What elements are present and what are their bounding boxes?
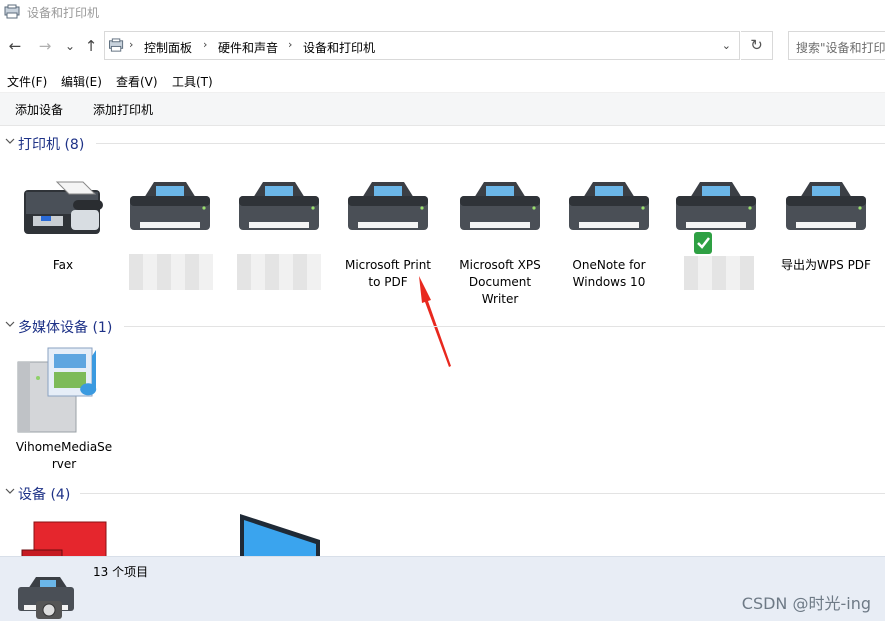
printer-icon: [676, 182, 756, 230]
chevron-down-icon: [5, 321, 15, 327]
search-input[interactable]: 搜索"设备和打印机": [788, 31, 885, 60]
refresh-button[interactable]: ↻: [741, 31, 773, 60]
printer-icon: [786, 182, 866, 230]
recent-locations-icon[interactable]: ⌄: [61, 37, 79, 55]
divider: [96, 143, 885, 144]
breadcrumb-hardware-sound[interactable]: 硬件和声音: [218, 39, 278, 56]
window-title: 设备和打印机: [27, 6, 100, 20]
blurred-name: [237, 254, 321, 290]
title-bar: 设备和打印机: [0, 0, 885, 26]
menu-edit[interactable]: 编辑(E): [61, 73, 102, 90]
printer-icon: [239, 182, 319, 230]
add-device-button[interactable]: 添加设备: [15, 101, 63, 118]
address-bar[interactable]: › 控制面板 › 硬件和声音 › 设备和打印机 ⌄: [104, 31, 740, 60]
menu-view[interactable]: 查看(V): [116, 73, 158, 90]
device-item-monitor[interactable]: [228, 510, 328, 556]
menu-file[interactable]: 文件(F): [7, 73, 47, 90]
menu-bar: 文件(F) 编辑(E) 查看(V) 工具(T): [0, 70, 885, 92]
chevron-down-icon: [5, 138, 15, 144]
divider: [80, 493, 885, 494]
chevron-right-icon[interactable]: ›: [203, 38, 207, 51]
back-arrow-icon[interactable]: ←: [6, 37, 24, 55]
section-label: 多媒体设备 (1): [18, 320, 113, 336]
printer-icon: [460, 182, 540, 230]
breadcrumb-control-panel[interactable]: 控制面板: [144, 39, 192, 56]
add-printer-button[interactable]: 添加打印机: [93, 101, 153, 118]
command-bar: 添加设备 添加打印机: [0, 92, 885, 126]
search-placeholder: 搜索"设备和打印机": [796, 41, 885, 55]
printer-icon: [348, 182, 428, 230]
media-server-icon: [17, 347, 97, 433]
section-printers-header[interactable]: 打印机 (8): [0, 134, 885, 154]
device-name: 导出为WPS PDF: [781, 258, 871, 272]
watermark: CSDN @时光-ing: [741, 594, 871, 613]
menu-tools[interactable]: 工具(T): [172, 73, 213, 90]
chevron-down-icon[interactable]: ⌄: [722, 39, 731, 52]
device-name: Microsoft XPS Document Writer: [459, 258, 541, 306]
device-red-icon: [21, 521, 107, 556]
chevron-right-icon[interactable]: ›: [288, 38, 292, 51]
section-label: 打印机 (8): [18, 137, 85, 153]
printer-camera-icon: [18, 577, 74, 619]
up-arrow-icon[interactable]: ↑: [82, 37, 100, 55]
devices-printers-icon: [109, 38, 124, 52]
divider: [124, 326, 885, 327]
status-bar: 13 个项目 CSDN @时光-ing: [0, 556, 885, 621]
devices-printers-icon: [4, 4, 20, 19]
device-name: VihomeMediaServer: [15, 440, 113, 471]
monitor-icon: [240, 514, 320, 556]
chevron-down-icon: [5, 488, 15, 494]
printer-icon: [130, 182, 210, 230]
section-multimedia-header[interactable]: 多媒体设备 (1): [0, 317, 885, 337]
fax-icon: [24, 181, 103, 234]
printer-icon: [569, 182, 649, 230]
chevron-right-icon[interactable]: ›: [129, 38, 133, 51]
section-label: 设备 (4): [18, 487, 71, 503]
item-count: 13 个项目: [93, 565, 149, 579]
blurred-name: [129, 254, 213, 290]
refresh-icon: ↻: [750, 36, 763, 54]
device-item-red[interactable]: [14, 510, 114, 556]
navigation-bar: ← → ⌄ ↑ › 控制面板 › 硬件和声音 › 设备和打印机 ⌄ ↻ 搜索"设…: [0, 28, 885, 66]
breadcrumb-devices-printers[interactable]: 设备和打印机: [303, 39, 375, 56]
device-name: Fax: [52, 258, 74, 272]
blurred-name: [684, 256, 754, 290]
device-name: OneNote for Windows 10: [572, 258, 646, 289]
section-devices-header[interactable]: 设备 (4): [0, 484, 885, 504]
default-check-icon: [694, 232, 712, 254]
forward-arrow-icon[interactable]: →: [36, 37, 54, 55]
